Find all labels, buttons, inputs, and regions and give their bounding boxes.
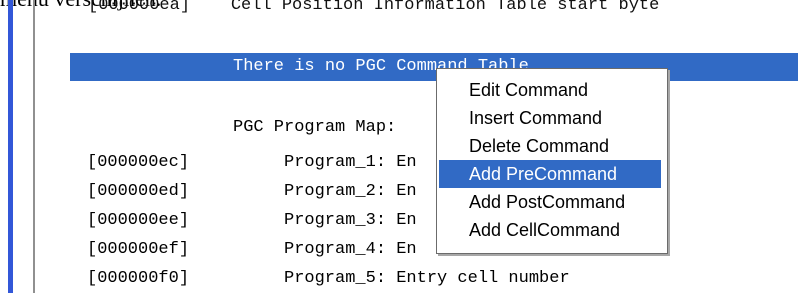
- add-precommand-menu-item[interactable]: Add PreCommand: [439, 160, 661, 188]
- add-cellcommand-menu-item[interactable]: Add CellCommand: [439, 216, 661, 244]
- left-accent-bar: [8, 0, 13, 293]
- program-entry-text: Program_2: En: [284, 182, 417, 201]
- address-label: [000000ec]: [87, 153, 190, 172]
- program-entry-text: Program_4: En: [284, 240, 417, 259]
- command-context-menu[interactable]: Edit Command Insert Command Delete Comma…: [436, 68, 668, 254]
- address-label: [000000f0]: [87, 269, 190, 288]
- insert-command-menu-item[interactable]: Insert Command: [439, 104, 661, 132]
- program-map-title: PGC Program Map:: [233, 118, 397, 137]
- add-postcommand-menu-item[interactable]: Add PostCommand: [439, 188, 661, 216]
- edit-command-menu-item[interactable]: Edit Command: [439, 76, 661, 104]
- command-editor-text-area[interactable]: [000000ea] Cell Position Information Tab…: [40, 0, 798, 293]
- screenshot-frame: menu verschijnen. [000000ea] Cell Positi…: [0, 0, 798, 293]
- editor-left-border: [33, 0, 35, 293]
- selected-command-table-row[interactable]: There is no PGC Command Table: [70, 53, 798, 81]
- program-entry-text: Program_3: En: [284, 211, 417, 230]
- address-label: [000000ed]: [87, 182, 190, 201]
- delete-command-menu-item[interactable]: Delete Command: [439, 132, 661, 160]
- address-label: [000000ef]: [87, 240, 190, 259]
- top-text-line: [000000ea] Cell Position Information Tab…: [88, 0, 660, 15]
- address-label: [000000ee]: [87, 211, 190, 230]
- program-entry-text: Program_1: En: [284, 153, 417, 172]
- program-entry-text: Program_5: Entry cell number: [284, 269, 570, 288]
